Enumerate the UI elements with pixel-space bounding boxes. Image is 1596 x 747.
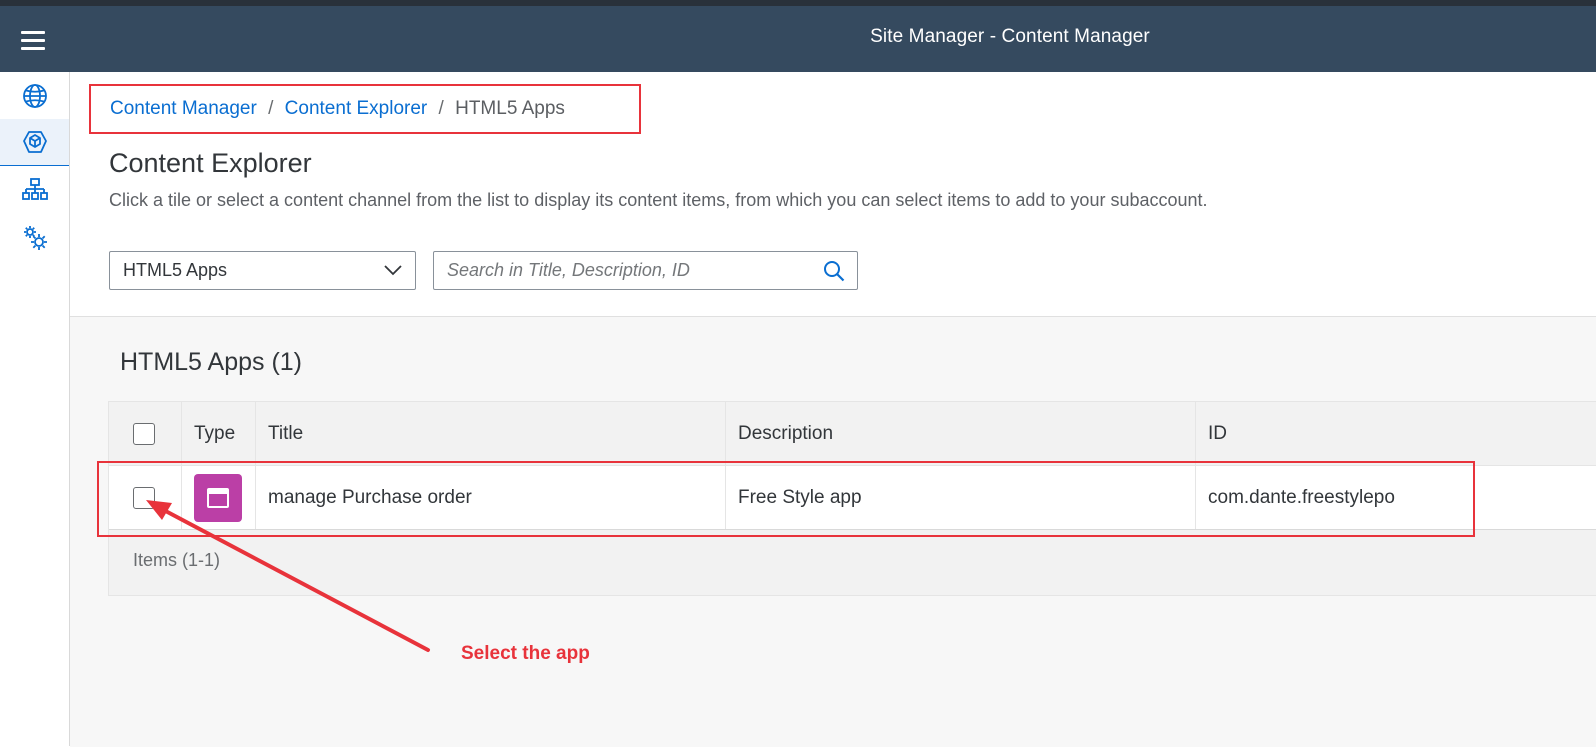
hamburger-menu-icon[interactable] <box>16 27 52 53</box>
annotation-label: Select the app <box>461 643 590 664</box>
breadcrumb-link-content-explorer[interactable]: Content Explorer <box>285 98 428 119</box>
page-title: Content Explorer <box>109 148 312 178</box>
table-footer-item-count: Items (1-1) <box>133 550 221 570</box>
site-hierarchy-icon <box>21 178 48 200</box>
shell-bar: Site Manager - Content Manager <box>0 6 1596 72</box>
page-description: Click a tile or select a content channel… <box>109 190 1208 210</box>
search-field <box>433 251 858 290</box>
search-icon[interactable] <box>823 260 845 282</box>
side-navigation <box>0 72 70 746</box>
main-content: Content Manager / Content Explorer / HTM… <box>70 72 1596 747</box>
content-package-icon <box>22 131 47 153</box>
breadcrumb: Content Manager / Content Explorer / HTM… <box>110 98 565 120</box>
select-all-checkbox[interactable] <box>133 422 155 445</box>
globe-icon <box>22 84 47 108</box>
row-select-cell <box>133 466 155 529</box>
content-channel-select[interactable]: HTML5 Apps <box>109 251 416 290</box>
breadcrumb-current: HTML5 Apps <box>455 98 565 119</box>
search-input[interactable] <box>434 252 804 289</box>
select-all-cell <box>133 402 155 465</box>
breadcrumb-separator: / <box>268 98 274 119</box>
column-header-title: Title <box>268 422 304 444</box>
breadcrumb-separator: / <box>438 98 444 119</box>
nav-item-settings[interactable] <box>0 215 69 261</box>
column-divider <box>1195 402 1196 529</box>
settings-gears-icon <box>23 226 47 250</box>
column-header-type: Type <box>194 422 236 444</box>
chevron-down-icon <box>384 265 402 276</box>
table-header-row: Type Title Description ID <box>109 402 1596 466</box>
column-divider <box>181 402 182 529</box>
nav-item-sites[interactable] <box>0 73 69 119</box>
row-type-cell <box>194 466 242 529</box>
row-description: Free Style app <box>738 486 862 508</box>
shell-title: Site Manager - Content Manager <box>870 26 1150 47</box>
nav-item-hierarchy[interactable] <box>0 167 69 213</box>
row-title: manage Purchase order <box>268 486 472 508</box>
html5-app-tile-icon <box>194 473 242 522</box>
breadcrumb-link-content-manager[interactable]: Content Manager <box>110 98 257 119</box>
column-header-description: Description <box>738 422 834 444</box>
column-header-id: ID <box>1208 422 1227 444</box>
table-title: HTML5 Apps (1) <box>120 348 303 376</box>
column-divider <box>725 402 726 529</box>
content-channel-select-value: HTML5 Apps <box>123 260 228 280</box>
row-id: com.dante.freestylepo <box>1208 486 1395 508</box>
column-divider <box>255 402 256 529</box>
row-select-checkbox[interactable] <box>133 486 155 509</box>
apps-table: Type Title Description ID manage Purchas… <box>108 401 1596 596</box>
table-row[interactable]: manage Purchase order Free Style app com… <box>109 466 1596 530</box>
nav-item-content-manager[interactable] <box>0 119 69 166</box>
